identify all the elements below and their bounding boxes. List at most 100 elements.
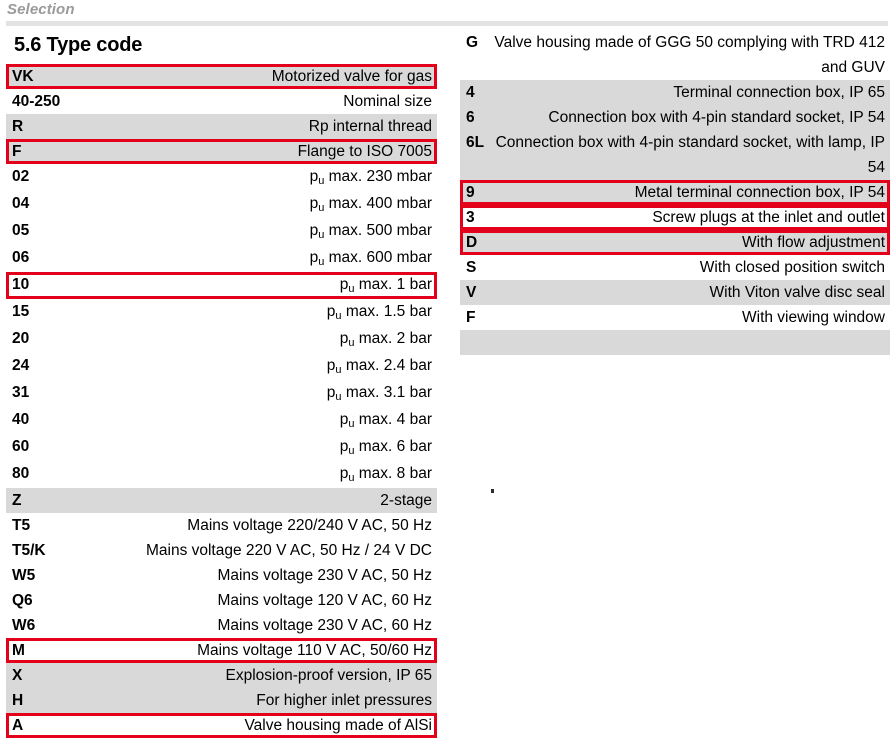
table-row: H For higher inlet pressures	[6, 688, 437, 713]
page-running-header: Selection	[6, 0, 888, 26]
type-code-code-cell: 02	[12, 168, 30, 185]
type-code-code-cell: 40-250	[12, 93, 61, 110]
scan-artifact-speck	[491, 489, 494, 493]
table-row: 6L Connection box with 4-pin standard soc…	[460, 130, 890, 180]
table-row: W5 Mains voltage 230 V AC, 50 Hz	[6, 563, 437, 588]
type-code-description-cell: pu max. 1 bar	[339, 276, 432, 295]
type-code-description-cell: With Viton valve disc seal	[709, 284, 885, 301]
table-row: D With flow adjustment	[460, 230, 890, 255]
type-code-description-cell: Connection box with 4-pin standard socke…	[548, 109, 885, 126]
type-code-description-cell: With closed position switch	[699, 259, 885, 276]
type-code-code-cell: W6	[12, 617, 36, 634]
table-row: 04 pu max. 400 mbar	[6, 191, 437, 218]
page-title: 5.6 Type code	[14, 34, 143, 56]
type-code-code-cell: F	[12, 143, 22, 160]
running-header-title: Selection	[7, 1, 75, 18]
type-code-description-cell: pu max. 4 bar	[339, 411, 432, 430]
table-row: 15 pu max. 1.5 bar	[6, 299, 437, 326]
table-row: S With closed position switch	[460, 255, 890, 280]
type-code-description-cell: Motorized valve for gas	[271, 68, 432, 85]
type-code-code-cell: 60	[12, 438, 30, 455]
type-code-code-cell: 6L	[466, 134, 485, 151]
table-row: W6 Mains voltage 230 V AC, 60 Hz	[6, 613, 437, 638]
type-code-code-cell: 3	[466, 209, 475, 226]
table-row: 4 Terminal connection box, IP 65	[460, 80, 890, 105]
type-code-description-cell: pu max. 3.1 bar	[326, 384, 432, 403]
table-row: T5/K Mains voltage 220 V AC, 50 Hz / 24 V…	[6, 538, 437, 563]
type-code-code-cell: S	[466, 259, 477, 276]
type-code-code-cell: M	[12, 642, 25, 659]
type-code-description-cell: pu max. 6 bar	[339, 438, 432, 457]
type-code-code-cell: T5	[12, 517, 31, 534]
table-row: R Rp internal thread	[6, 114, 437, 139]
type-code-code-cell: Z	[12, 492, 22, 509]
type-code-code-cell: 4	[466, 84, 475, 101]
type-code-code-cell: 40	[12, 411, 30, 428]
type-code-code-cell: 10	[12, 276, 30, 293]
type-code-description-cell: Mains voltage 220 V AC, 50 Hz / 24 V DC	[145, 542, 432, 559]
type-code-description-cell: pu max. 230 mbar	[309, 168, 432, 187]
header-divider-rule	[6, 21, 888, 26]
type-code-description-cell: pu max. 2 bar	[339, 330, 432, 349]
type-code-code-cell: R	[12, 118, 24, 135]
table-row: Z 2-stage	[6, 488, 437, 513]
type-code-description-cell: Flange to ISO 7005	[297, 143, 432, 160]
type-code-description-cell: With viewing window	[742, 309, 885, 326]
type-code-code-cell: F	[466, 309, 476, 326]
type-code-code-cell: 9	[466, 184, 475, 201]
table-row: F With viewing window	[460, 305, 890, 330]
type-code-code-cell: H	[12, 692, 24, 709]
type-code-description-cell: pu max. 400 mbar	[309, 195, 432, 214]
type-code-code-cell: 6	[466, 109, 475, 126]
type-code-description-cell: Screw plugs at the inlet and outlet	[652, 209, 885, 226]
type-code-code-cell: D	[466, 234, 478, 251]
type-code-code-cell: 20	[12, 330, 30, 347]
type-code-description-cell: For higher inlet pressures	[256, 692, 432, 709]
type-code-description-cell: pu max. 1.5 bar	[326, 303, 432, 322]
table-row: V With Viton valve disc seal	[460, 280, 890, 305]
table-row: 24 pu max. 2.4 bar	[6, 353, 437, 380]
type-code-description-cell: Mains voltage 110 V AC, 50/60 Hz	[197, 642, 432, 659]
type-code-code-cell: 06	[12, 249, 30, 266]
type-code-code-cell: 05	[12, 222, 30, 239]
table-row: A Valve housing made of AlSi	[6, 713, 437, 738]
type-code-code-cell: 24	[12, 357, 30, 374]
type-code-code-cell: 04	[12, 195, 30, 212]
type-code-code-cell: X	[12, 667, 23, 684]
type-code-description-cell: pu max. 500 mbar	[309, 222, 432, 241]
type-code-table-left: VK Motorized valve for gas 40-250 Nominal s…	[6, 64, 437, 738]
type-code-description-cell: Terminal connection box, IP 65	[673, 84, 885, 101]
type-code-description-cell: Valve housing made of GGG 50 complying w…	[494, 34, 885, 76]
table-row: 06 pu max. 600 mbar	[6, 245, 437, 272]
type-code-description-cell: Metal terminal connection box, IP 54	[634, 184, 885, 201]
table-row: 20 pu max. 2 bar	[6, 326, 437, 353]
table-row: 02 pu max. 230 mbar	[6, 164, 437, 191]
type-code-description-cell: Mains voltage 230 V AC, 50 Hz	[217, 567, 432, 584]
type-code-description-cell: pu max. 600 mbar	[309, 249, 432, 268]
type-code-code-cell: VK	[12, 68, 34, 85]
type-code-code-cell: V	[466, 284, 477, 301]
table-row: 31 pu max. 3.1 bar	[6, 380, 437, 407]
type-code-description-cell: Rp internal thread	[308, 118, 432, 135]
type-code-description-cell: Connection box with 4-pin standard socke…	[495, 134, 885, 176]
table-row: 10 pu max. 1 bar	[6, 272, 437, 299]
type-code-description-cell: With flow adjustment	[742, 234, 885, 251]
table-row: Q6 Mains voltage 120 V AC, 60 Hz	[6, 588, 437, 613]
table-row: G Valve housing made of GGG 50 complying …	[460, 30, 890, 80]
table-row: 40 pu max. 4 bar	[6, 407, 437, 434]
table-row: F Flange to ISO 7005	[6, 139, 437, 164]
type-code-description-cell: pu max. 8 bar	[339, 465, 432, 484]
type-code-description-cell: pu max. 2.4 bar	[326, 357, 432, 376]
table-row: X Explosion-proof version, IP 65	[6, 663, 437, 688]
type-code-description-cell: Mains voltage 230 V AC, 60 Hz	[217, 617, 432, 634]
type-code-code-cell: W5	[12, 567, 36, 584]
table-row: M Mains voltage 110 V AC, 50/60 Hz	[6, 638, 437, 663]
type-code-code-cell: G	[466, 34, 479, 51]
table-row	[460, 330, 890, 355]
type-code-description-cell: Valve housing made of AlSi	[244, 717, 432, 734]
type-code-code-cell: T5/K	[12, 542, 46, 559]
table-row: 80 pu max. 8 bar	[6, 461, 437, 488]
table-row: 05 pu max. 500 mbar	[6, 218, 437, 245]
type-code-code-cell: 80	[12, 465, 30, 482]
type-code-code-cell: A	[12, 717, 24, 734]
